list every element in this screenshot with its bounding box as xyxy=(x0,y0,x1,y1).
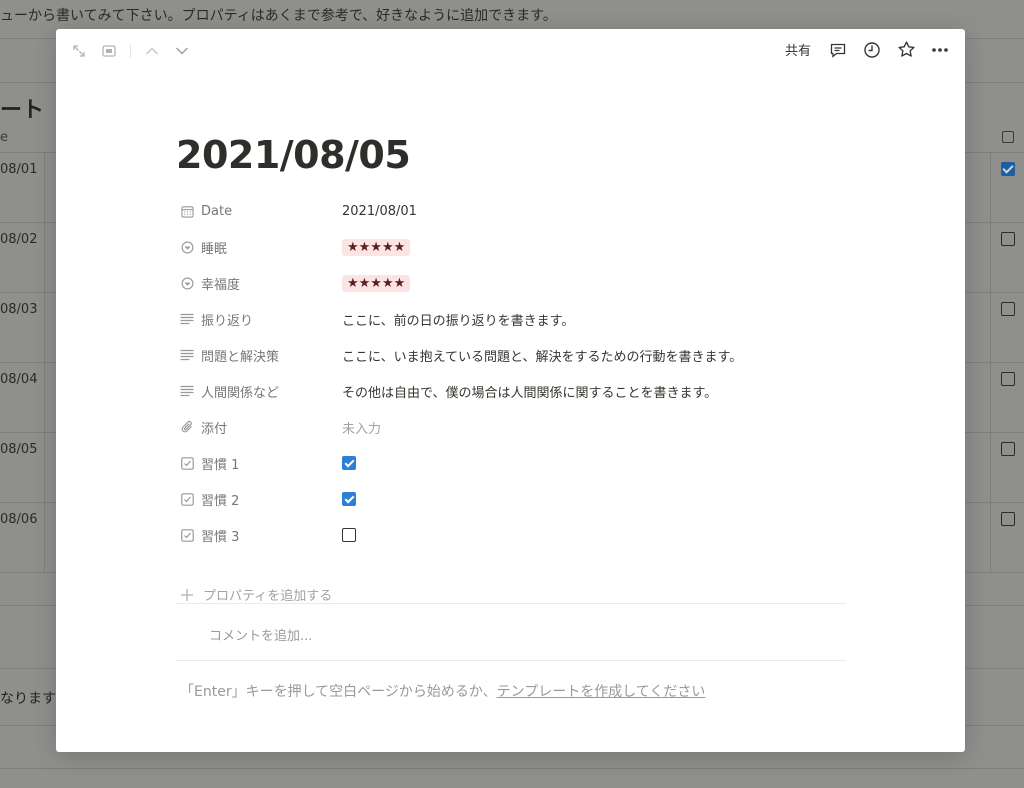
property-row: 振り返り ここに、前の日の振り返りを書きます。 xyxy=(176,301,846,337)
property-name[interactable]: 習慣 2 xyxy=(180,490,239,509)
toolbar-separator xyxy=(130,44,131,58)
hint-text: 「Enter」キーを押して空白ページから始めるか、 xyxy=(180,684,497,700)
property-value[interactable]: その他は自由で、僕の場合は人間関係に関することを書きます。 xyxy=(342,382,717,401)
property-name[interactable]: 睡眠 xyxy=(180,238,227,257)
property-value[interactable]: 2021/08/01 xyxy=(342,204,417,219)
property-label: 睡眠 xyxy=(201,241,228,257)
property-name[interactable]: 問題と解決策 xyxy=(180,346,279,365)
select-icon xyxy=(180,276,194,290)
background-column-header: e xyxy=(0,130,8,145)
calendar-icon xyxy=(180,204,194,218)
background-row-checkbox xyxy=(1001,162,1015,176)
background-row-date: 08/05 xyxy=(0,442,38,457)
background-row-checkbox xyxy=(1001,372,1015,386)
property-label: 振り返り xyxy=(201,313,254,329)
property-label: 問題と解決策 xyxy=(201,349,280,365)
property-select-value[interactable]: ★★★★★ xyxy=(342,238,411,256)
property-name[interactable]: 幸福度 xyxy=(180,274,240,293)
select-icon xyxy=(180,240,194,254)
background-row-date: 08/03 xyxy=(0,302,38,317)
checkbox-icon xyxy=(180,456,194,470)
checkbox-column-icon xyxy=(1002,131,1014,143)
chevron-up-icon[interactable] xyxy=(143,42,161,60)
checkbox[interactable] xyxy=(342,528,356,542)
property-checkbox[interactable] xyxy=(342,528,356,542)
body-divider xyxy=(176,660,846,661)
background-description: ューから書いてみて下さい。プロパティはあくまで参考で、好きなように追加できます。 xyxy=(0,8,557,24)
property-label: 幸福度 xyxy=(201,277,241,293)
expand-icon[interactable] xyxy=(70,42,88,60)
share-button[interactable]: 共有 xyxy=(781,38,815,61)
add-property-label: プロパティを追加する xyxy=(203,589,333,604)
modal-topbar-left xyxy=(70,42,191,60)
property-row: 添付 未入力 xyxy=(176,409,846,445)
property-label: 添付 xyxy=(201,421,228,437)
property-name[interactable]: 振り返り xyxy=(180,310,253,329)
property-row: 習慣 1 xyxy=(176,445,846,481)
property-label: Date xyxy=(201,203,233,219)
rating-tag: ★★★★★ xyxy=(342,238,411,256)
chevron-down-icon[interactable] xyxy=(173,42,191,60)
page-title[interactable]: 2021/08/05 xyxy=(176,133,411,177)
property-name[interactable]: 添付 xyxy=(180,418,227,437)
peek-mode-icon[interactable] xyxy=(100,42,118,60)
background-row-checkbox xyxy=(1001,512,1015,526)
property-checkbox[interactable] xyxy=(342,456,356,470)
rating-tag: ★★★★★ xyxy=(342,274,411,292)
background-row-checkbox xyxy=(1001,302,1015,316)
page-modal: 共有 2021/08/05 Date 2021/08/01 睡眠 ★★★★★ 幸福度 ★★… xyxy=(56,29,965,752)
text-icon xyxy=(180,348,194,362)
create-template-link[interactable]: テンプレートを作成してください xyxy=(497,684,706,700)
comment-input[interactable]: コメントを追加... xyxy=(209,625,312,644)
background-row-checkbox xyxy=(1001,442,1015,456)
background-row-date: 08/02 xyxy=(0,232,38,247)
paperclip-icon xyxy=(180,420,194,434)
text-icon xyxy=(180,384,194,398)
checkbox[interactable] xyxy=(342,456,356,470)
background-row-checkbox xyxy=(1001,232,1015,246)
property-row: 睡眠 ★★★★★ xyxy=(176,229,846,265)
checkbox-icon xyxy=(180,528,194,542)
property-row: 幸福度 ★★★★★ xyxy=(176,265,846,301)
property-value[interactable]: 未入力 xyxy=(342,418,381,437)
property-label: 習慣 1 xyxy=(201,457,240,473)
property-row: 人間関係など その他は自由で、僕の場合は人間関係に関することを書きます。 xyxy=(176,373,846,409)
property-name[interactable]: 習慣 1 xyxy=(180,454,239,473)
history-clock-icon[interactable] xyxy=(861,39,883,61)
property-label: 習慣 3 xyxy=(201,529,240,545)
property-checkbox[interactable] xyxy=(342,492,356,506)
property-row: 習慣 2 xyxy=(176,481,846,517)
property-row: 習慣 3 xyxy=(176,517,846,553)
checkbox[interactable] xyxy=(342,492,356,506)
text-icon xyxy=(180,312,194,326)
property-row: Date 2021/08/01 xyxy=(176,193,846,229)
favorite-star-icon[interactable] xyxy=(895,39,917,61)
add-property-button[interactable]: プロパティを追加する xyxy=(180,585,332,604)
background-row-date: 08/01 xyxy=(0,162,38,177)
comment-icon[interactable] xyxy=(827,39,849,61)
property-name[interactable]: 習慣 3 xyxy=(180,526,239,545)
comments-divider xyxy=(176,603,846,604)
modal-topbar-right: 共有 xyxy=(781,38,951,61)
property-row: 問題と解決策 ここに、いま抱えている問題と、解決をするための行動を書きます。 xyxy=(176,337,846,373)
property-name[interactable]: 人間関係など xyxy=(180,382,279,401)
property-label: 人間関係など xyxy=(201,385,280,401)
checkbox-icon xyxy=(180,492,194,506)
background-section-title: ート xyxy=(0,98,45,123)
background-divider xyxy=(0,768,1024,769)
property-select-value[interactable]: ★★★★★ xyxy=(342,274,411,292)
property-value[interactable]: ここに、いま抱えている問題と、解決をするための行動を書きます。 xyxy=(342,346,742,365)
empty-page-hint: 「Enter」キーを押して空白ページから始めるか、テンプレートを作成してください xyxy=(180,681,705,701)
property-value[interactable]: ここに、前の日の振り返りを書きます。 xyxy=(342,310,574,329)
background-row-date: 08/04 xyxy=(0,372,38,387)
background-row-date: 08/06 xyxy=(0,512,38,527)
property-name[interactable]: Date xyxy=(180,204,232,219)
more-options-icon[interactable] xyxy=(929,39,951,61)
property-label: 習慣 2 xyxy=(201,493,240,509)
background-text: なります xyxy=(0,691,56,707)
